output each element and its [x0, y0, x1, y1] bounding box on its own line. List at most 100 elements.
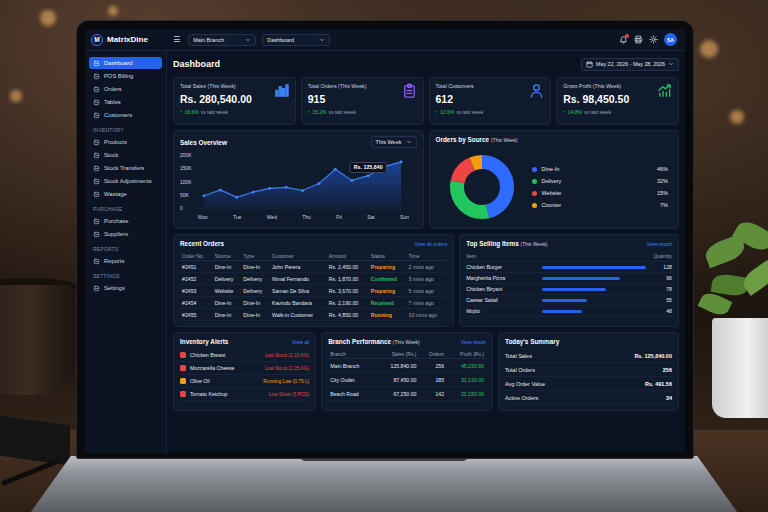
menu-item-icon: [93, 165, 100, 172]
data-point[interactable]: [400, 160, 403, 163]
x-label: Thu: [302, 214, 311, 220]
inventory-alert-row[interactable]: Chicken Breast Low Stock (2.10 KG): [180, 349, 309, 362]
table-cell: 3 mins ago: [407, 273, 448, 285]
stock-status: Low Stock (2.10 KG): [265, 353, 309, 358]
data-point[interactable]: [301, 189, 304, 192]
menu-button[interactable]: ☰: [171, 35, 182, 44]
branch-select[interactable]: Main Branch: [188, 34, 256, 46]
stock-status: Low Stock (1.25 KG): [265, 366, 309, 371]
data-point[interactable]: [285, 186, 288, 189]
data-point[interactable]: [219, 188, 222, 191]
sidebar-item[interactable]: Customers: [89, 109, 162, 121]
top-item-row[interactable]: Margherita Pizza96: [466, 273, 672, 284]
legend-label: Dine-In: [542, 166, 652, 172]
sidebar-item[interactable]: Purchase: [89, 215, 162, 227]
stat-label: Total Sales (This Week): [180, 83, 252, 89]
legend-row: Dine-In46%: [532, 166, 669, 172]
x-label: Tue: [233, 214, 241, 220]
donut-segment[interactable]: [457, 162, 507, 212]
inventory-alert-row[interactable]: Tomato KetchupLow Stock (5 PCS): [180, 388, 309, 401]
table-row[interactable]: Main Branch125,840.0025645,230.50: [328, 359, 486, 373]
sidebar-item[interactable]: POS Billing: [89, 70, 162, 82]
trend-arrow: ↑: [436, 109, 439, 115]
table-row[interactable]: City Outlet87,450.0018531,130.00: [328, 373, 486, 387]
table-row[interactable]: #2454Dine-InDine-InKavindu BandaraRs. 2,…: [180, 297, 447, 309]
data-point[interactable]: [235, 196, 238, 199]
table-row[interactable]: #2452DeliveryDeliveryNimal FernandoRs. 1…: [180, 273, 447, 285]
table-cell: 5 mins ago: [407, 285, 448, 297]
column-header: Customer: [270, 251, 327, 261]
view-report-link[interactable]: View report: [461, 339, 486, 345]
quantity-bar-fill: [542, 299, 587, 302]
card-subtitle: (This Week): [520, 241, 547, 247]
print-button[interactable]: [634, 35, 643, 44]
inventory-alert-row[interactable]: Olive OilRunning Low (0.75 L): [180, 375, 309, 388]
data-point[interactable]: [350, 179, 353, 182]
data-point[interactable]: [268, 187, 271, 190]
table-row[interactable]: Beach Road67,250.0014222,150.00: [328, 387, 486, 401]
period-select[interactable]: This Week: [371, 136, 417, 148]
y-tick: 50K: [180, 192, 200, 199]
change-suffix: vs last week: [328, 109, 355, 115]
summary-row: Total SalesRs. 125,840.00: [505, 349, 672, 363]
sidebar-item[interactable]: Stock Transfers: [89, 162, 162, 174]
table-row[interactable]: #2453WebsiteDeliverySaman De SilvaRs. 3,…: [180, 285, 447, 297]
table-row[interactable]: #2455Dine-InDine-InWalk-in CustomerRs. 4…: [180, 309, 447, 321]
top-item-row[interactable]: Chicken Burger128: [466, 262, 672, 273]
change-percent: 14.8%: [568, 109, 582, 115]
donut-segment[interactable]: [457, 162, 507, 212]
sidebar-item[interactable]: Stock: [89, 149, 162, 161]
donut-segment[interactable]: [457, 162, 507, 212]
view-all-link[interactable]: View all: [292, 339, 309, 345]
donut-legend: Dine-In46%Delivery32%Website15%Counter7%: [532, 166, 669, 208]
sidebar-item[interactable]: Settings: [89, 282, 162, 294]
sidebar-item[interactable]: Suppliers: [89, 228, 162, 240]
data-point[interactable]: [317, 182, 320, 185]
table-cell: Rs. 1,870.00: [327, 273, 369, 285]
data-point[interactable]: [334, 168, 337, 171]
laptop-base: [28, 456, 740, 512]
page-select[interactable]: Dashboard: [262, 34, 330, 46]
sidebar-item[interactable]: Products: [89, 136, 162, 148]
column-header: Quantity: [650, 253, 672, 259]
stat-card: Total Customers612↑12.6%vs last week: [429, 77, 552, 125]
donut-segment[interactable]: [457, 162, 507, 212]
notifications-button[interactable]: [619, 35, 628, 44]
settings-button[interactable]: [649, 35, 658, 44]
sidebar-item[interactable]: Wastage: [89, 188, 162, 200]
sidebar-item-label: Stock Adjustments: [104, 178, 152, 184]
sidebar-item[interactable]: Orders: [89, 83, 162, 95]
sidebar-item-label: Dashboard: [104, 60, 132, 66]
logo[interactable]: MMatrixDine: [91, 34, 165, 46]
x-label: Sun: [400, 214, 409, 220]
item-name: Chicken Breast: [190, 352, 261, 358]
data-point[interactable]: [252, 191, 255, 194]
data-point[interactable]: [367, 174, 370, 177]
date-range-picker[interactable]: May 22, 2026 - May 28, 2026: [581, 58, 679, 71]
user-avatar[interactable]: SA: [664, 33, 677, 46]
status-cell: Running: [369, 309, 407, 321]
view-report-link[interactable]: View report: [647, 241, 672, 247]
y-axis: 200K150K100K50K0: [180, 152, 200, 212]
top-item-row[interactable]: Mojito48: [466, 306, 672, 317]
sidebar-item[interactable]: Stock Adjustments: [89, 175, 162, 187]
table-cell: #2452: [180, 273, 213, 285]
page-title: Dashboard: [173, 59, 220, 69]
quantity-bar-track: [542, 288, 646, 291]
sidebar-item[interactable]: Tables: [89, 96, 162, 108]
card-header: Top Selling Items (This Week)View report: [466, 240, 672, 247]
orders-by-source-card: Orders by Source (This Week)Dine-In46%De…: [429, 130, 680, 229]
data-point[interactable]: [203, 194, 206, 197]
inventory-alert-row[interactable]: Mozzarella CheeseLow Stock (1.25 KG): [180, 362, 309, 375]
app-body: DashboardPOS BillingOrdersTablesCustomer…: [85, 51, 685, 453]
view-all-orders-link[interactable]: View all orders: [415, 241, 448, 247]
sidebar-item[interactable]: Reports: [89, 255, 162, 267]
top-item-row[interactable]: Caesar Salad55: [466, 295, 672, 306]
menu-item-icon: [93, 152, 100, 159]
table-cell: 45,230.50: [446, 359, 486, 373]
top-item-row[interactable]: Chicken Biryani78: [466, 284, 672, 295]
table-row[interactable]: #2451Dine-InDine-InJohn PereraRs. 2,450.…: [180, 261, 447, 273]
sidebar-item[interactable]: Dashboard: [89, 57, 162, 69]
period-value: This Week: [376, 139, 402, 145]
bar-chart-icon: [274, 83, 289, 119]
